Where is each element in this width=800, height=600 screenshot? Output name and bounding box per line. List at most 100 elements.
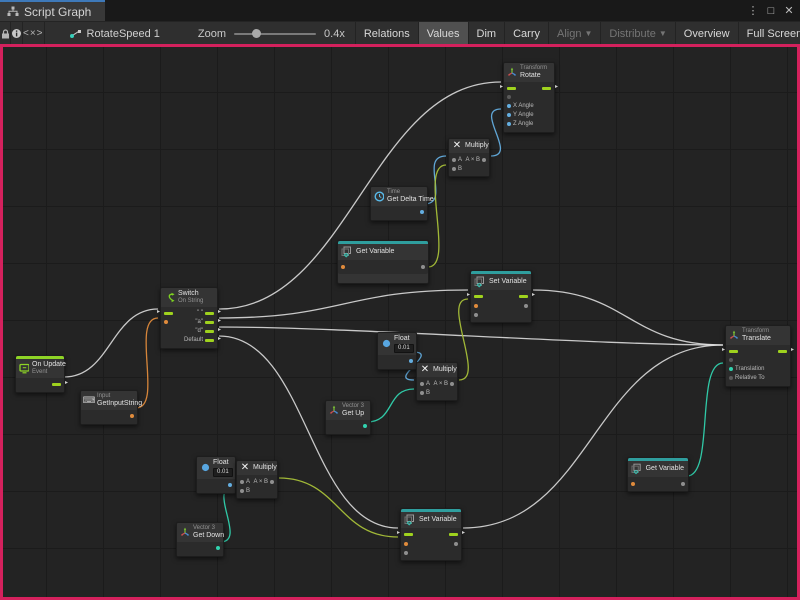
wire-yg[interactable] (428, 165, 446, 267)
node-set-variable-b[interactable]: Set Variable (400, 508, 462, 561)
exec-port-r[interactable] (205, 330, 214, 333)
value-port-r[interactable] (228, 483, 232, 487)
node-multiply-c[interactable]: ✕MultiplyAA × BB (236, 460, 278, 499)
value-port-l[interactable] (507, 122, 511, 126)
value-port-l[interactable] (729, 358, 733, 362)
value-port-r[interactable] (420, 210, 424, 214)
port-group: A × B (433, 381, 454, 387)
exec-port-r[interactable] (52, 383, 61, 386)
wire-yg[interactable] (459, 299, 469, 380)
wire-white[interactable] (219, 327, 723, 345)
value-port-l[interactable] (404, 551, 408, 555)
value-port-l[interactable] (474, 304, 478, 308)
value-port-l[interactable] (240, 489, 244, 493)
wire-yg[interactable] (279, 478, 398, 537)
exec-port-r[interactable] (205, 339, 214, 342)
value-port-l[interactable] (452, 167, 456, 171)
node-header: ✕Multiply (417, 363, 457, 377)
node-set-variable-a[interactable]: Set Variable (470, 270, 532, 323)
maximize-button[interactable]: □ (762, 5, 780, 17)
wire-white[interactable] (463, 345, 723, 528)
inspector-button[interactable] (11, 22, 23, 45)
zoom-slider-handle[interactable] (252, 29, 261, 38)
node-value-field[interactable]: 0.01 (394, 344, 414, 353)
node-translate[interactable]: TransformTranslateTranslationRelative To (725, 325, 791, 387)
value-port-r[interactable] (524, 304, 528, 308)
value-port-l[interactable] (729, 376, 733, 380)
node-multiply-b[interactable]: ✕MultiplyAA × BB (416, 362, 458, 401)
value-port-l[interactable] (452, 158, 456, 162)
value-port-l[interactable] (507, 113, 511, 117)
value-port-r[interactable] (421, 265, 425, 269)
zoom-slider[interactable] (234, 33, 316, 35)
wire-white[interactable] (533, 290, 723, 345)
toolbar-button-dim[interactable]: Dim (468, 22, 505, 45)
value-port-l[interactable] (341, 265, 345, 269)
exec-port-r[interactable] (519, 295, 528, 298)
wire-white[interactable] (64, 309, 158, 377)
wire-white[interactable] (219, 290, 468, 318)
value-port-l[interactable] (240, 480, 244, 484)
value-port-r[interactable] (454, 542, 458, 546)
graph-breadcrumb[interactable]: RotateSpeed 1 (59, 22, 170, 45)
node-vector3-get-down[interactable]: Vector 3Get Down (176, 522, 224, 557)
exec-port-r[interactable] (205, 312, 214, 315)
value-port-r[interactable] (363, 424, 367, 428)
value-port-l[interactable] (507, 104, 511, 108)
graph-canvas[interactable]: On UpdateEvent ⌨InputGetInputString Switch… (0, 44, 800, 600)
exec-port-l[interactable] (164, 312, 173, 315)
exec-port-l[interactable] (474, 295, 483, 298)
wire-teal[interactable] (687, 363, 723, 476)
value-port-l[interactable] (404, 542, 408, 546)
node-get-variable-a[interactable]: Get Variable (337, 240, 429, 284)
menu-button[interactable]: ⋮ (744, 4, 762, 17)
node-vector3-get-up[interactable]: Vector 3Get Up (325, 400, 371, 435)
node-multiply-a[interactable]: ✕MultiplyAA × BB (448, 138, 490, 177)
node-value-field[interactable]: 0.01 (213, 468, 233, 477)
exec-port-r[interactable] (542, 87, 551, 90)
node-get-variable-b[interactable]: Get Variable (627, 457, 689, 492)
toolbar-button-relations[interactable]: Relations (355, 22, 418, 45)
toolbar-button-full-screen[interactable]: Full Screen (738, 22, 800, 45)
value-port-r[interactable] (130, 414, 134, 418)
exec-port-l[interactable] (507, 87, 516, 90)
value-port-l[interactable] (420, 391, 424, 395)
node-get-delta-time[interactable]: TimeGet Delta Time (370, 186, 428, 221)
exec-port-l[interactable] (404, 533, 413, 536)
value-port-l[interactable] (474, 313, 478, 317)
node-float-a[interactable]: Float0.01 (377, 332, 417, 370)
exec-port-r[interactable] (778, 350, 787, 353)
wire-white[interactable] (219, 336, 398, 528)
node-rotate[interactable]: TransformRotateX AngleY AngleZ Angle (503, 62, 555, 133)
value-port-r[interactable] (681, 482, 685, 486)
exec-port-r[interactable] (449, 533, 458, 536)
value-port-l[interactable] (507, 95, 511, 99)
node-float-b[interactable]: Float0.01 (196, 456, 236, 494)
toolbar-button-values[interactable]: Values (418, 22, 468, 45)
exec-port-l[interactable] (729, 350, 738, 353)
value-port-r[interactable] (450, 382, 454, 386)
close-button[interactable]: ✕ (780, 4, 798, 17)
exec-port-r[interactable] (205, 321, 214, 324)
node-title: Get Variable (646, 465, 684, 473)
wire-blue[interactable] (491, 109, 501, 156)
value-port-r[interactable] (270, 480, 274, 484)
value-port-r[interactable] (409, 359, 413, 363)
value-port-l[interactable] (164, 320, 168, 324)
node-switch-on-string[interactable]: SwitchOn String" ""a""d"Default (160, 287, 218, 349)
value-port-r[interactable] (482, 158, 486, 162)
insert-unit-button[interactable]: <×> (23, 22, 45, 45)
node-get-input-string[interactable]: ⌨InputGetInputString (80, 390, 138, 425)
toolbar-button-overview[interactable]: Overview (675, 22, 738, 45)
value-port-l[interactable] (631, 482, 635, 486)
wire-teal[interactable] (367, 389, 414, 422)
toolbar-button-carry[interactable]: Carry (504, 22, 548, 45)
lock-button[interactable] (0, 22, 11, 45)
port-group: A × B (465, 157, 486, 163)
port-label: B (426, 390, 430, 396)
value-port-l[interactable] (420, 382, 424, 386)
node-on-update[interactable]: On UpdateEvent (15, 355, 65, 393)
value-port-r[interactable] (216, 546, 220, 550)
tab-script-graph[interactable]: Script Graph (0, 0, 105, 21)
value-port-l[interactable] (729, 367, 733, 371)
